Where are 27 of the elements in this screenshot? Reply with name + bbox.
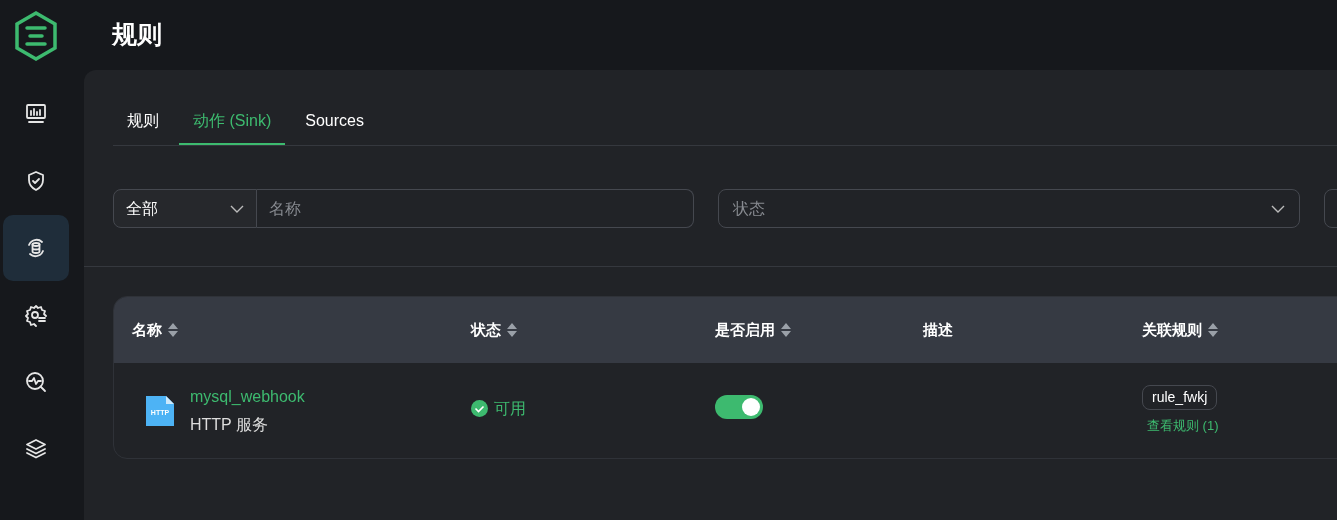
sidebar-item[interactable]	[3, 215, 69, 281]
chevron-down-icon	[230, 204, 244, 213]
status-text: 可用	[494, 398, 526, 419]
column-header[interactable]: 状态	[471, 319, 517, 342]
column-header[interactable]: 名称	[132, 319, 178, 342]
status-select[interactable]: 状态	[718, 189, 1300, 228]
logo-icon	[13, 10, 59, 62]
page-title: 规则	[112, 19, 162, 51]
name-search-field[interactable]: 名称	[257, 189, 694, 228]
pulse-search-icon	[24, 370, 48, 394]
rule-tag: rule_fwkj	[1142, 384, 1218, 410]
tab[interactable]: 规则	[113, 104, 173, 145]
view-rules-link[interactable]: 查看规则 (1)	[1147, 415, 1219, 435]
chevron-down-icon	[1271, 204, 1285, 213]
check-circle-icon	[471, 400, 488, 418]
tab[interactable]: Sources	[291, 104, 378, 145]
column-header[interactable]: 关联规则	[1142, 319, 1218, 342]
chart-monitor-icon	[24, 102, 48, 126]
sink-type: HTTP 服务	[190, 414, 269, 435]
column-header: 描述	[923, 320, 953, 340]
column-header[interactable]: 是否启用	[715, 319, 791, 342]
enable-switch[interactable]	[715, 395, 763, 419]
layers-icon	[24, 437, 48, 461]
gear-list-icon	[24, 303, 48, 327]
tab[interactable]: 动作 (Sink)	[179, 104, 286, 145]
type-select[interactable]: 全部	[113, 189, 257, 228]
sink-name-link[interactable]: mysql_webhook	[190, 384, 305, 409]
